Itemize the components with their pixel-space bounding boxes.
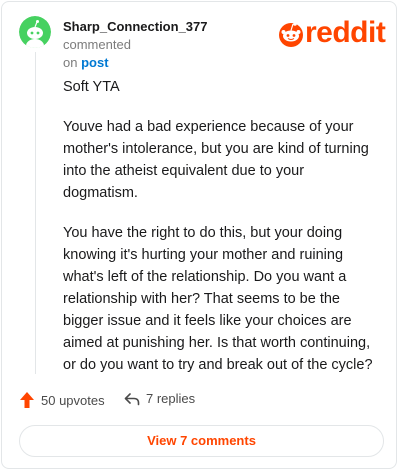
reply-count: 7 replies [146,391,196,406]
avatar[interactable] [19,16,51,48]
reply-arrow-icon [124,392,140,405]
comment-paragraph: Soft YTA [63,79,120,95]
upvote-count: 50 upvotes [41,392,105,408]
comment-paragraph: You have the right to do this, but your … [63,225,373,373]
comment-header: Sharp_Connection_377 commented on post [63,18,278,72]
upvote-button[interactable]: 50 upvotes [19,391,105,409]
view-comments-button[interactable]: View 7 comments [19,425,384,457]
upvote-arrow-icon [20,392,34,408]
reddit-wordmark: reddit [305,16,386,49]
commented-label: commented [63,37,131,52]
comment-card: Sharp_Connection_377 commented on post r… [1,1,397,469]
on-label: on [63,55,82,70]
comment-body: Soft YTA Youve had a bad experience beca… [63,76,381,394]
username[interactable]: Sharp_Connection_377 [63,19,208,34]
replies-button[interactable]: 7 replies [124,391,195,406]
thread-line[interactable] [35,52,36,374]
post-link[interactable]: post [81,55,108,70]
snoo-avatar-icon [19,16,51,48]
reddit-snoo-logo-icon [279,22,303,47]
comment-paragraph: Youve had a bad experience because of yo… [63,119,369,201]
